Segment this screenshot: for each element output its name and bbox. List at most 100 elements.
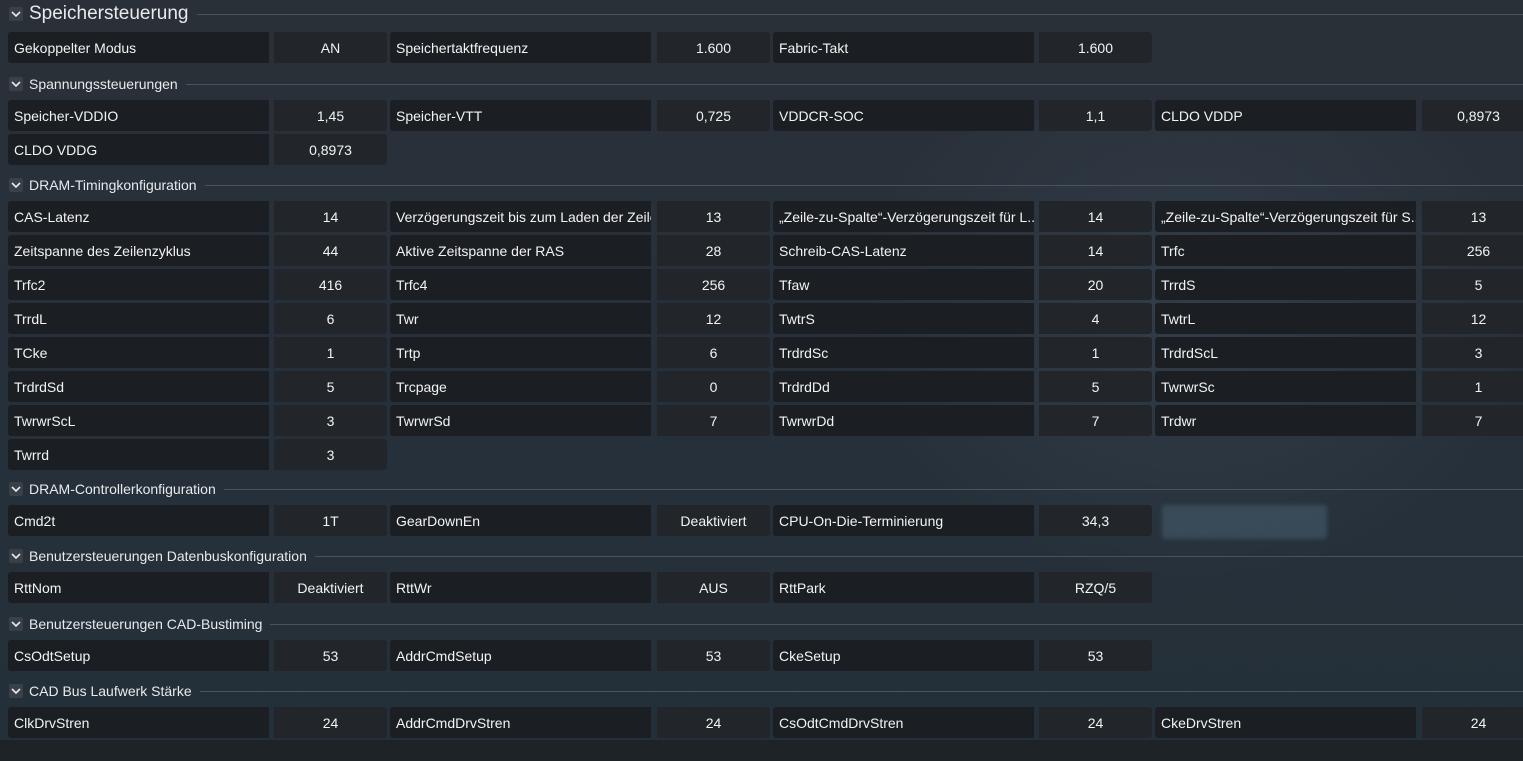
setting-label-trcpage: Trcpage [390,371,651,402]
setting-value-speichertaktfrequenz[interactable]: 1.600 [657,32,770,63]
setting-label-addrcmdsetup: AddrCmdSetup [390,640,651,671]
chevron-down-icon[interactable] [9,617,23,631]
setting-value-csodtsetup[interactable]: 53 [274,640,387,671]
section-divider [204,184,1523,186]
setting-value-trfc2[interactable]: 416 [274,269,387,300]
section-title: DRAM-Timingkonfiguration [29,177,197,193]
setting-value-twr[interactable]: 12 [657,303,770,334]
setting-value-twrwrscl[interactable]: 3 [274,405,387,436]
setting-label-cas-latenz: CAS-Latenz [8,201,269,232]
chevron-down-icon[interactable] [9,7,23,21]
setting-label-trdrdsd: TrdrdSd [8,371,269,402]
setting-value-trdwr[interactable]: 7 [1422,405,1523,436]
setting-value-twrwrdd[interactable]: 7 [1039,405,1152,436]
setting-label-csodtsetup: CsOdtSetup [8,640,269,671]
chevron-down-icon[interactable] [9,77,23,91]
setting-value-cldo-vddp[interactable]: 0,8973 [1422,100,1523,131]
setting-value-speicher-vddio[interactable]: 1,45 [274,100,387,131]
setting-label-twrwrsc: TwrwrSc [1155,371,1416,402]
setting-label-geardownen: GearDownEn [390,505,651,536]
setting-label-trfc4: Trfc4 [390,269,651,300]
setting-value-clkdrvstren[interactable]: 24 [274,707,387,738]
setting-label-zeitspanne-des-zeilenzyklus: Zeitspanne des Zeilenzyklus [8,235,269,266]
section-header-0[interactable]: Speichersteuerung [0,3,1523,24]
setting-value-twrwrsc[interactable]: 1 [1422,371,1523,402]
setting-label-csodtcmddrvstren: CsOdtCmdDrvStren [773,707,1034,738]
setting-label-ckedrvstren: CkeDrvStren [1155,707,1416,738]
setting-value-rttwr[interactable]: AUS [657,572,770,603]
chevron-down-icon[interactable] [9,549,23,563]
setting-label-twrwrdd: TwrwrDd [773,405,1034,436]
setting-label-twrwrscl: TwrwrScL [8,405,269,436]
setting-label-speichertaktfrequenz: Speichertaktfrequenz [390,32,651,63]
setting-value-zeile-zu-spalte-verz-gerungszeit-f-r-l[interactable]: 14 [1039,201,1152,232]
setting-value-twrwrsd[interactable]: 7 [657,405,770,436]
setting-label-cldo-vddg: CLDO VDDG [8,134,269,165]
setting-value-fabric-takt[interactable]: 1.600 [1039,32,1152,63]
setting-value-rttnom[interactable]: Deaktiviert [274,572,387,603]
setting-value-trdrdsd[interactable]: 5 [274,371,387,402]
setting-value-aktive-zeitspanne-der-ras[interactable]: 28 [657,235,770,266]
setting-value-trdrdscl[interactable]: 3 [1422,337,1523,368]
setting-value-vddcr-soc[interactable]: 1,1 [1039,100,1152,131]
setting-label-cldo-vddp: CLDO VDDP [1155,100,1416,131]
setting-value-trfc[interactable]: 256 [1422,235,1523,266]
setting-value-verz-gerungszeit-bis-zum-laden-der-zeile[interactable]: 13 [657,201,770,232]
section-title: CAD Bus Laufwerk Stärke [29,683,192,699]
chevron-down-icon[interactable] [9,482,23,496]
setting-value-ckedrvstren[interactable]: 24 [1422,707,1523,738]
chevron-down-icon[interactable] [9,684,23,698]
section-header-2[interactable]: DRAM-Timingkonfiguration [0,177,1523,193]
setting-value-ckesetup[interactable]: 53 [1039,640,1152,671]
setting-value-rttpark[interactable]: RZQ/5 [1039,572,1152,603]
setting-label-rttwr: RttWr [390,572,651,603]
setting-value-cas-latenz[interactable]: 14 [274,201,387,232]
section-header-4[interactable]: Benutzersteuerungen Datenbuskonfiguratio… [0,548,1523,564]
setting-label-trfc2: Trfc2 [8,269,269,300]
chevron-down-icon[interactable] [9,178,23,192]
setting-label-trtp: Trtp [390,337,651,368]
setting-value-schreib-cas-latenz[interactable]: 14 [1039,235,1152,266]
setting-label-cmd2t: Cmd2t [8,505,269,536]
setting-value-speicher-vtt[interactable]: 0,725 [657,100,770,131]
section-header-3[interactable]: DRAM-Controllerkonfiguration [0,481,1523,497]
setting-value-cldo-vddg[interactable]: 0,8973 [274,134,387,165]
section-header-1[interactable]: Spannungssteuerungen [0,76,1523,92]
setting-label-twrrd: Twrrd [8,439,269,470]
setting-label-vddcr-soc: VDDCR-SOC [773,100,1034,131]
setting-value-zeile-zu-spalte-verz-gerungszeit-f-r-s[interactable]: 13 [1422,201,1523,232]
setting-value-twrrd[interactable]: 3 [274,439,387,470]
setting-label-gekoppelter-modus: Gekoppelter Modus [8,32,269,63]
setting-label-twr: Twr [390,303,651,334]
setting-value-cmd2t[interactable]: 1T [274,505,387,536]
setting-value-zeitspanne-des-zeilenzyklus[interactable]: 44 [274,235,387,266]
section-divider [199,690,1523,692]
setting-value-cpu-on-die-terminierung[interactable]: 34,3 [1039,505,1152,536]
setting-value-twtrl[interactable]: 12 [1422,303,1523,334]
setting-value-addrcmddrvstren[interactable]: 24 [657,707,770,738]
setting-value-trrds[interactable]: 5 [1422,269,1523,300]
setting-label-verz-gerungszeit-bis-zum-laden-der-zeile: Verzögerungszeit bis zum Laden der Zeile [390,201,651,232]
setting-value-csodtcmddrvstren[interactable]: 24 [1039,707,1152,738]
setting-label-twtrl: TwtrL [1155,303,1416,334]
section-header-6[interactable]: CAD Bus Laufwerk Stärke [0,683,1523,699]
setting-value-tfaw[interactable]: 20 [1039,269,1152,300]
section-header-5[interactable]: Benutzersteuerungen CAD-Bustiming [0,616,1523,632]
setting-value-addrcmdsetup[interactable]: 53 [657,640,770,671]
setting-value-trtp[interactable]: 6 [657,337,770,368]
setting-value-gekoppelter-modus[interactable]: AN [274,32,387,63]
setting-value-trdrddd[interactable]: 5 [1039,371,1152,402]
setting-value-tcke[interactable]: 1 [274,337,387,368]
section-divider [185,83,1523,85]
setting-label-ckesetup: CkeSetup [773,640,1034,671]
bottom-bar [0,740,1523,761]
section-title: Speichersteuerung [29,3,189,24]
setting-label-rttnom: RttNom [8,572,269,603]
setting-value-trfc4[interactable]: 256 [657,269,770,300]
setting-value-trrdl[interactable]: 6 [274,303,387,334]
setting-value-trcpage[interactable]: 0 [657,371,770,402]
setting-value-twtrs[interactable]: 4 [1039,303,1152,334]
setting-value-trdrdsc[interactable]: 1 [1039,337,1152,368]
setting-value-geardownen[interactable]: Deaktiviert [657,505,770,536]
setting-label-schreib-cas-latenz: Schreib-CAS-Latenz [773,235,1034,266]
